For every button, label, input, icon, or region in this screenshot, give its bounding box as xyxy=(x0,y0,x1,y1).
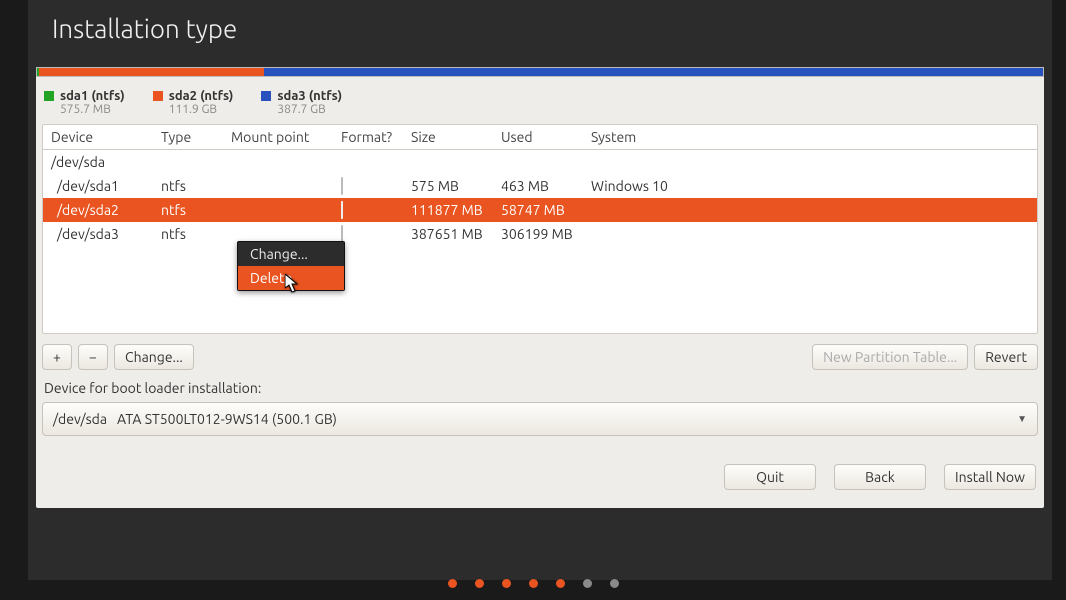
page-title: Installation type xyxy=(28,0,1052,67)
legend-item-sda2: sda2 (ntfs) 111.9 GB xyxy=(153,89,234,116)
content-panel: sda1 (ntfs) 575.7 MB sda2 (ntfs) 111.9 G… xyxy=(36,67,1044,508)
col-device[interactable]: Device xyxy=(51,129,161,145)
legend-name: sda3 (ntfs) xyxy=(277,89,342,103)
partition-size-bar xyxy=(36,67,1044,77)
partition-segment-sda3[interactable] xyxy=(264,68,1043,76)
cell-device: /dev/sda3 xyxy=(51,226,161,242)
col-mount[interactable]: Mount point xyxy=(231,129,341,145)
cell-format xyxy=(341,178,411,194)
table-row[interactable]: /dev/sda2 ntfs 111877 MB 58747 MB xyxy=(43,198,1037,222)
step-dot xyxy=(556,579,565,588)
table-row[interactable]: /dev/sda1 ntfs 575 MB 463 MB Windows 10 xyxy=(43,174,1037,198)
cell-type: ntfs xyxy=(161,226,231,242)
partition-table[interactable]: Device Type Mount point Format? Size Use… xyxy=(42,124,1038,334)
revert-button[interactable]: Revert xyxy=(974,344,1038,370)
back-button[interactable]: Back xyxy=(834,464,926,490)
col-used[interactable]: Used xyxy=(501,129,591,145)
wizard-footer: Quit Back Install Now xyxy=(36,436,1044,508)
menu-item-change[interactable]: Change... xyxy=(238,242,344,266)
quit-button[interactable]: Quit xyxy=(724,464,816,490)
swatch-icon xyxy=(44,91,54,101)
step-dot xyxy=(529,579,538,588)
swatch-icon xyxy=(153,91,163,101)
partition-toolbar: + − Change... New Partition Table... Rev… xyxy=(36,334,1044,376)
cell-device: /dev/sda1 xyxy=(51,178,161,194)
step-dot xyxy=(583,579,592,588)
cell-type: ntfs xyxy=(161,202,231,218)
cell-used: 306199 MB xyxy=(501,226,591,242)
change-partition-button[interactable]: Change... xyxy=(114,344,194,370)
cell-format xyxy=(341,226,411,242)
step-dot xyxy=(448,579,457,588)
step-dot xyxy=(610,579,619,588)
progress-dots xyxy=(0,579,1066,588)
bootloader-label: Device for boot loader installation: xyxy=(36,376,1044,402)
cell-size: 575 MB xyxy=(411,178,501,194)
bootloader-desc: ATA ST500LT012-9WS14 (500.1 GB) xyxy=(117,411,337,427)
add-partition-button[interactable]: + xyxy=(42,344,72,370)
partition-segment-sda2[interactable] xyxy=(39,68,264,76)
col-system[interactable]: System xyxy=(591,129,1029,145)
cell-size: 111877 MB xyxy=(411,202,501,218)
partition-legend: sda1 (ntfs) 575.7 MB sda2 (ntfs) 111.9 G… xyxy=(36,83,1044,124)
legend-item-sda3: sda3 (ntfs) 387.7 GB xyxy=(261,89,342,116)
cell-type: ntfs xyxy=(161,178,231,194)
step-dot xyxy=(502,579,511,588)
table-row[interactable]: /dev/sda3 ntfs 387651 MB 306199 MB xyxy=(43,222,1037,246)
bootloader-device-select[interactable]: /dev/sda ATA ST500LT012-9WS14 (500.1 GB)… xyxy=(42,402,1038,436)
cell-used: 58747 MB xyxy=(501,202,591,218)
col-type[interactable]: Type xyxy=(161,129,231,145)
cursor-icon xyxy=(285,274,301,294)
format-checkbox[interactable] xyxy=(341,201,343,219)
step-dot xyxy=(475,579,484,588)
col-size[interactable]: Size xyxy=(411,129,501,145)
cell-system: Windows 10 xyxy=(591,178,1029,194)
legend-name: sda2 (ntfs) xyxy=(169,89,234,103)
col-format[interactable]: Format? xyxy=(341,129,411,145)
legend-size: 575.7 MB xyxy=(60,103,125,116)
format-checkbox[interactable] xyxy=(341,177,343,195)
table-row-parent[interactable]: /dev/sda xyxy=(43,150,1037,174)
new-partition-table-button[interactable]: New Partition Table... xyxy=(812,344,968,370)
cell-device: /dev/sda2 xyxy=(51,202,161,218)
table-header: Device Type Mount point Format? Size Use… xyxy=(43,125,1037,150)
install-now-button[interactable]: Install Now xyxy=(944,464,1036,490)
bootloader-device: /dev/sda xyxy=(53,411,107,427)
installer-window: Installation type sda1 (ntfs) 575.7 MB s… xyxy=(28,0,1052,580)
cell-format xyxy=(341,202,411,218)
legend-item-sda1: sda1 (ntfs) 575.7 MB xyxy=(44,89,125,116)
legend-size: 111.9 GB xyxy=(169,103,234,116)
legend-name: sda1 (ntfs) xyxy=(60,89,125,103)
chevron-down-icon: ▼ xyxy=(1017,413,1027,425)
cell-used: 463 MB xyxy=(501,178,591,194)
legend-size: 387.7 GB xyxy=(277,103,342,116)
cell-size: 387651 MB xyxy=(411,226,501,242)
remove-partition-button[interactable]: − xyxy=(78,344,108,370)
swatch-icon xyxy=(261,91,271,101)
